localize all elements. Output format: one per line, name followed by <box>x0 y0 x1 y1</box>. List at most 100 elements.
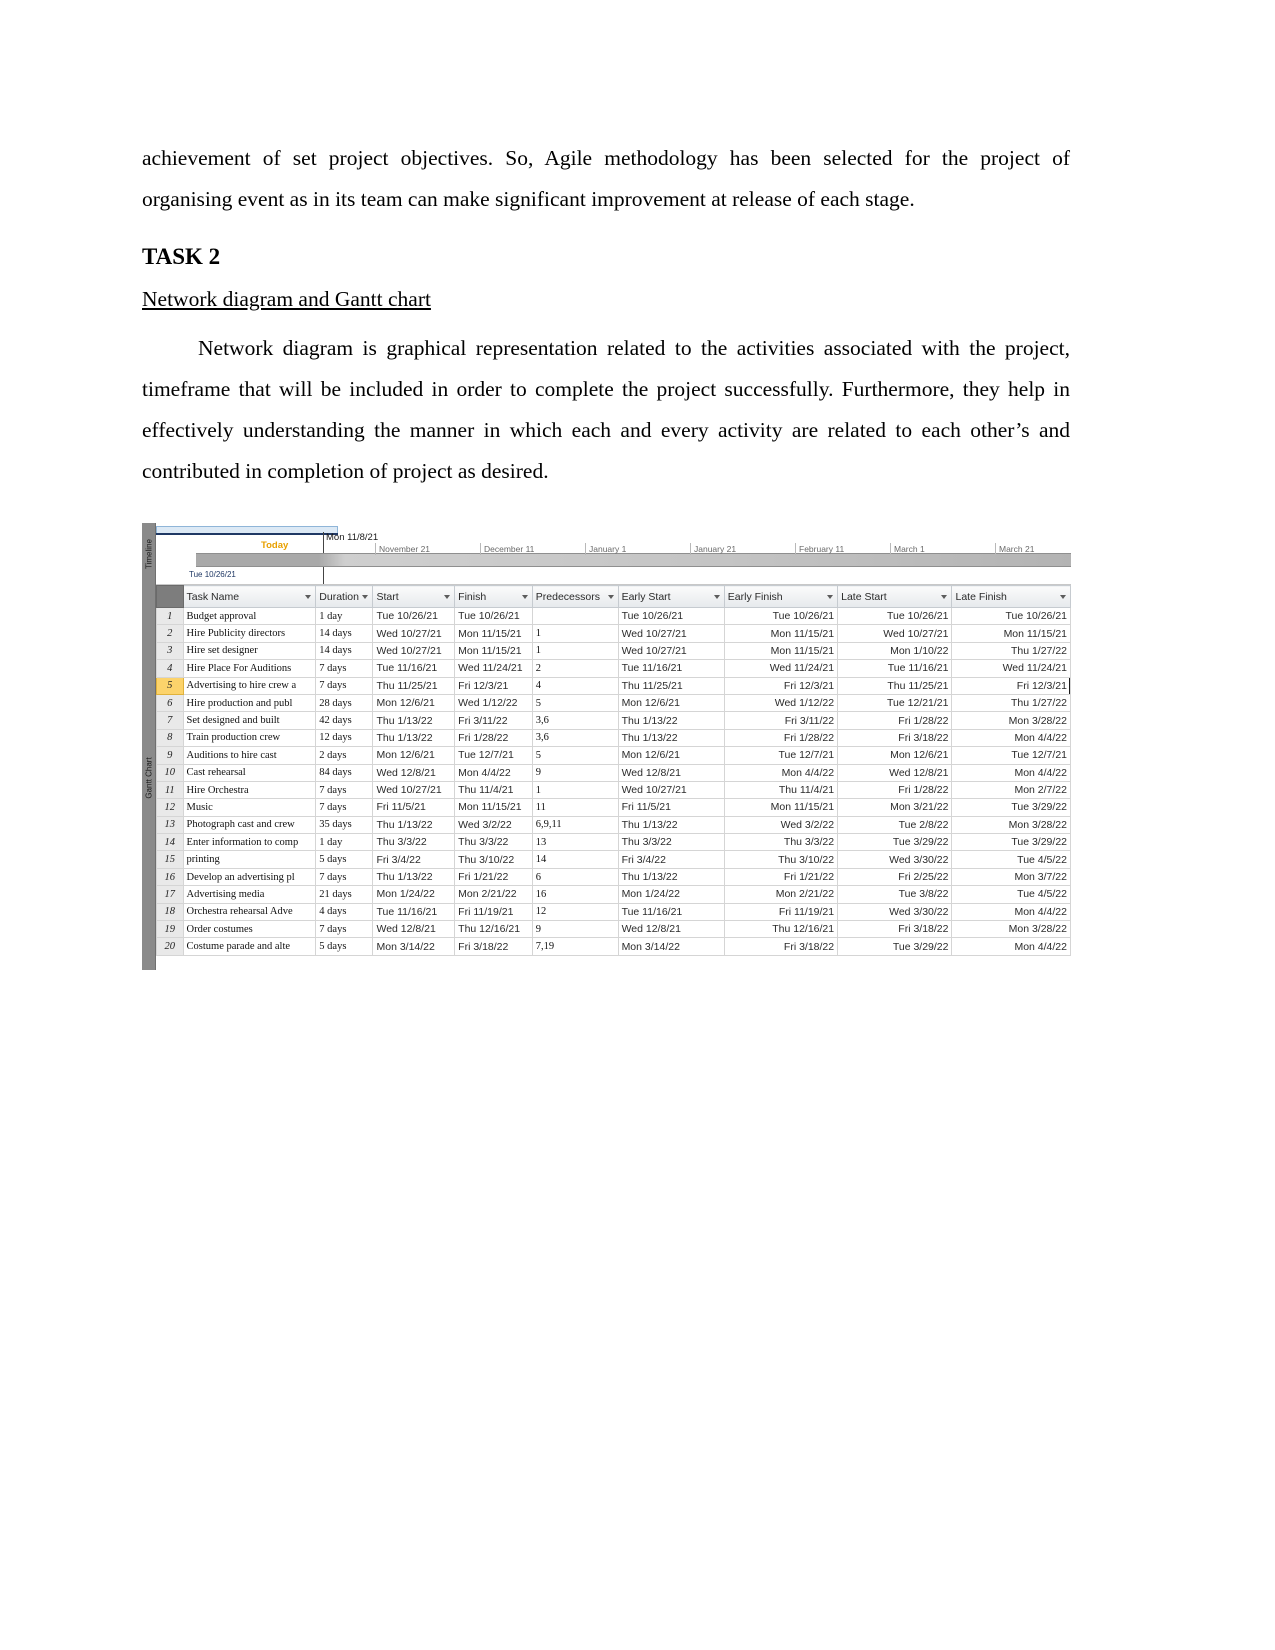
cell-late-start[interactable]: Wed 12/8/21 <box>837 763 953 782</box>
cell-late-start[interactable]: Fri 3/18/22 <box>837 728 953 748</box>
column-header-predecessors[interactable]: Predecessors <box>531 585 619 608</box>
cell-predecessors[interactable]: 7,19 <box>531 937 619 956</box>
column-header-index[interactable] <box>156 585 184 608</box>
cell-start[interactable]: Wed 10/27/21 <box>372 641 456 661</box>
cell-predecessors[interactable]: 5 <box>531 746 619 765</box>
cell-start[interactable]: Tue 11/16/21 <box>372 902 456 922</box>
cell-late-start[interactable]: Thu 11/25/21 <box>837 676 953 695</box>
cell-late-finish[interactable]: Mon 3/7/22 <box>951 867 1071 887</box>
cell-late-finish[interactable]: Mon 3/28/22 <box>951 920 1071 939</box>
table-row[interactable]: 13 Photograph cast and crew 35 days Thu 1/1… <box>156 815 1071 835</box>
cell-predecessors[interactable]: 3,6 <box>531 711 619 730</box>
cell-finish[interactable]: Fri 1/21/22 <box>454 867 533 887</box>
cell-finish[interactable]: Thu 3/10/22 <box>454 850 533 869</box>
cell-early-finish[interactable]: Mon 11/15/21 <box>723 798 839 817</box>
cell-early-start[interactable]: Fri 11/5/21 <box>617 798 725 817</box>
cell-late-start[interactable]: Tue 3/29/22 <box>837 833 953 852</box>
cell-task-name[interactable]: printing <box>182 850 317 869</box>
cell-task-name[interactable]: Photograph cast and crew <box>182 815 317 835</box>
cell-start[interactable]: Thu 1/13/22 <box>372 711 456 730</box>
timeline-project-bar[interactable] <box>196 553 1071 567</box>
cell-late-start[interactable]: Fri 1/28/22 <box>837 711 953 730</box>
row-index-cell[interactable]: 12 <box>156 798 184 817</box>
cell-late-start[interactable]: Mon 12/6/21 <box>837 746 953 765</box>
row-index-cell[interactable]: 11 <box>156 780 184 800</box>
cell-late-start[interactable]: Tue 10/26/21 <box>837 606 953 626</box>
cell-start[interactable]: Mon 3/14/22 <box>372 937 456 956</box>
cell-late-start[interactable]: Fri 1/28/22 <box>837 780 953 800</box>
cell-start[interactable]: Mon 12/6/21 <box>372 746 456 765</box>
cell-early-finish[interactable]: Mon 11/15/21 <box>723 624 839 643</box>
table-row[interactable]: 5 Advertising to hire crew a7 days Thu 11/… <box>156 676 1071 695</box>
cell-early-start[interactable]: Wed 12/8/21 <box>617 920 725 939</box>
cell-task-name[interactable]: Budget approval <box>182 606 317 626</box>
cell-early-finish[interactable]: Thu 3/3/22 <box>723 833 839 852</box>
table-row[interactable]: 16 Develop an advertising pl 7 days Thu 1/1… <box>156 867 1071 887</box>
table-row[interactable]: 14 Enter information to comp 1 day Thu 3/3/… <box>156 833 1071 852</box>
cell-late-start[interactable]: Wed 3/30/22 <box>837 902 953 922</box>
cell-finish[interactable]: Wed 3/2/22 <box>454 815 533 835</box>
row-index-cell[interactable]: 4 <box>156 659 184 678</box>
cell-early-finish[interactable]: Thu 3/10/22 <box>723 850 839 869</box>
row-index-cell[interactable]: 2 <box>156 624 184 643</box>
cell-predecessors[interactable]: 13 <box>531 833 619 852</box>
cell-task-name[interactable]: Cast rehearsal <box>182 763 317 782</box>
cell-early-finish[interactable]: Tue 10/26/21 <box>723 606 839 626</box>
cell-finish[interactable]: Mon 11/15/21 <box>454 624 533 643</box>
table-row[interactable]: 2 Hire Publicity directors 14 days Wed 10/2… <box>156 624 1071 643</box>
cell-early-finish[interactable]: Thu 11/4/21 <box>723 780 839 800</box>
timeline-panel-tab[interactable]: Timeline <box>142 523 156 585</box>
cell-late-finish[interactable]: Fri 12/3/21 <box>951 676 1071 695</box>
cell-early-start[interactable]: Tue 11/16/21 <box>617 659 725 678</box>
cell-early-finish[interactable]: Thu 12/16/21 <box>723 920 839 939</box>
table-row[interactable]: 20 Costume parade and alte 5 days Mon 3/14/… <box>156 937 1071 956</box>
cell-predecessors[interactable]: 4 <box>531 676 619 695</box>
cell-task-name[interactable]: Develop an advertising pl <box>182 867 317 887</box>
table-row[interactable]: 10 Cast rehearsal 84 days Wed 12/8/21 Mon 4/… <box>156 763 1071 782</box>
cell-start[interactable]: Thu 1/13/22 <box>372 867 456 887</box>
row-index-cell[interactable]: 5 <box>156 676 184 695</box>
row-index-cell[interactable]: 8 <box>156 728 184 748</box>
cell-duration[interactable]: 21 days <box>315 885 374 904</box>
chevron-down-icon[interactable] <box>521 594 528 599</box>
cell-duration[interactable]: 1 day <box>315 833 374 852</box>
cell-late-start[interactable]: Mon 3/21/22 <box>837 798 953 817</box>
table-row[interactable]: 4 Hire Place For Auditions 7 days Tue 11/16… <box>156 659 1071 678</box>
cell-early-start[interactable]: Thu 3/3/22 <box>617 833 725 852</box>
cell-predecessors[interactable]: 9 <box>531 920 619 939</box>
row-index-cell[interactable]: 7 <box>156 711 184 730</box>
cell-early-finish[interactable]: Wed 1/12/22 <box>723 693 839 713</box>
cell-predecessors[interactable] <box>531 606 619 626</box>
cell-late-finish[interactable]: Tue 4/5/22 <box>951 850 1071 869</box>
cell-predecessors[interactable]: 11 <box>531 798 619 817</box>
cell-task-name[interactable]: Advertising to hire crew a <box>182 676 317 695</box>
cell-duration[interactable]: 4 days <box>315 902 374 922</box>
cell-early-finish[interactable]: Fri 1/28/22 <box>723 728 839 748</box>
gantt-panel-tab[interactable]: Gantt Chart <box>142 585 156 970</box>
cell-finish[interactable]: Fri 3/11/22 <box>454 711 533 730</box>
cell-early-start[interactable]: Mon 3/14/22 <box>617 937 725 956</box>
table-row[interactable]: 12 Music 7 days Fri 11/5/21 Mon 11/15/21 11 Fr… <box>156 798 1071 817</box>
row-index-cell[interactable]: 6 <box>156 693 184 713</box>
row-index-cell[interactable]: 1 <box>156 606 184 626</box>
chevron-down-icon[interactable] <box>444 594 451 599</box>
cell-duration[interactable]: 1 day <box>315 606 374 626</box>
table-row[interactable]: 18 Orchestra rehearsal Adve 4 days Tue 11/1… <box>156 902 1071 922</box>
cell-late-start[interactable]: Tue 3/8/22 <box>837 885 953 904</box>
cell-duration[interactable]: 42 days <box>315 711 374 730</box>
cell-late-start[interactable]: Tue 2/8/22 <box>837 815 953 835</box>
cell-duration[interactable]: 84 days <box>315 763 374 782</box>
cell-predecessors[interactable]: 1 <box>531 641 619 661</box>
table-row[interactable]: 17 Advertising media 21 days Mon 1/24/22 Mon… <box>156 885 1071 904</box>
cell-duration[interactable]: 2 days <box>315 746 374 765</box>
cell-task-name[interactable]: Costume parade and alte <box>182 937 317 956</box>
cell-task-name[interactable]: Order costumes <box>182 920 317 939</box>
cell-finish[interactable]: Thu 3/3/22 <box>454 833 533 852</box>
cell-finish[interactable]: Mon 11/15/21 <box>454 641 533 661</box>
row-index-cell[interactable]: 20 <box>156 937 184 956</box>
cell-predecessors[interactable]: 3,6 <box>531 728 619 748</box>
cell-predecessors[interactable]: 1 <box>531 624 619 643</box>
cell-task-name[interactable]: Music <box>182 798 317 817</box>
cell-task-name[interactable]: Hire Place For Auditions <box>182 659 317 678</box>
cell-late-finish[interactable]: Mon 4/4/22 <box>951 763 1071 782</box>
